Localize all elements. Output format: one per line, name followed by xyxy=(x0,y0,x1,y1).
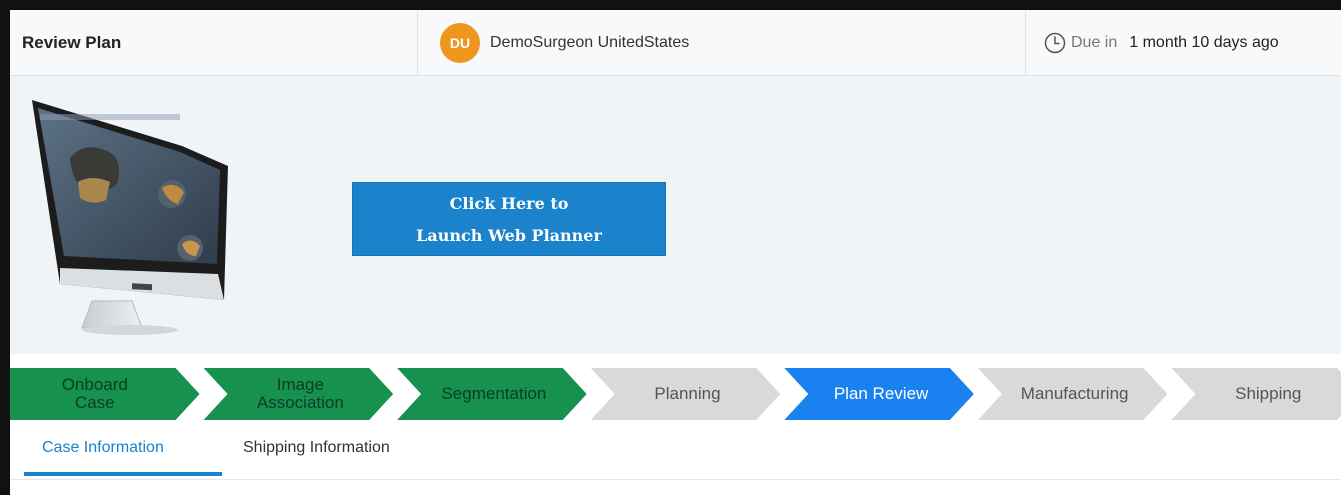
clock-icon xyxy=(1044,32,1066,54)
case-header: Review Plan DU DemoSurgeon UnitedStates … xyxy=(10,10,1341,76)
tab-case-information[interactable]: Case Information xyxy=(42,420,164,476)
step-label-line-1: Shipping xyxy=(1235,384,1302,403)
step-label-line-1: Manufacturing xyxy=(1020,384,1129,403)
step-label-text: Plan Review xyxy=(834,385,929,403)
due-value: 1 month 10 days ago xyxy=(1129,34,1279,51)
step-image-association[interactable]: Image Association xyxy=(216,368,386,420)
step-label-line-1: Plan Review xyxy=(833,384,929,403)
step-label-line-1: Planning xyxy=(654,384,721,403)
step-plan-review[interactable]: Plan Review xyxy=(796,368,966,420)
step-label-text: Planning xyxy=(654,385,720,403)
step-onboard-case[interactable]: Onboard Case xyxy=(10,368,180,420)
avatar: DU xyxy=(440,23,480,63)
step-segmentation[interactable]: Segmentation xyxy=(409,368,579,420)
step-label-line-1: Segmentation xyxy=(441,384,547,403)
step-label-text: Segmentation xyxy=(441,385,546,403)
step-label-line-1: Image xyxy=(276,375,324,394)
page-title: Review Plan xyxy=(10,10,418,76)
surgeon-name: DemoSurgeon UnitedStates xyxy=(490,34,690,51)
surgeon-info: DU DemoSurgeon UnitedStates xyxy=(418,10,1026,76)
workflow-stepper: Onboard Case Image Association Segmentation P… xyxy=(10,368,1341,420)
window-top-border xyxy=(0,0,1341,10)
window-left-border xyxy=(0,0,10,495)
step-label-text: Image Association xyxy=(257,376,344,412)
step-label-line-2: Association xyxy=(256,393,344,412)
step-label-text: Manufacturing xyxy=(1021,385,1129,403)
info-tabs: Case Information Shipping Information xyxy=(10,420,1341,480)
web-planner-banner: Click Here to Launch Web Planner xyxy=(10,76,1341,354)
step-shipping[interactable]: Shipping xyxy=(1183,368,1341,420)
launch-button-line-1: Click Here to xyxy=(449,194,569,213)
step-planning[interactable]: Planning xyxy=(603,368,773,420)
review-plan-window: Review Plan DU DemoSurgeon UnitedStates … xyxy=(0,0,1341,495)
step-label-text: Shipping xyxy=(1235,385,1301,403)
due-date: Due in 1 month 10 days ago xyxy=(1026,10,1341,76)
step-label-line-2: Case xyxy=(74,393,115,412)
step-label-text: Onboard Case xyxy=(62,376,128,412)
step-label-line-1: Onboard xyxy=(61,375,128,394)
launch-web-planner-button[interactable]: Click Here to Launch Web Planner xyxy=(352,182,666,256)
computer-monitor-illustration xyxy=(32,100,228,335)
launch-button-line-2: Launch Web Planner xyxy=(416,226,602,245)
active-tab-indicator xyxy=(24,472,222,476)
step-manufacturing[interactable]: Manufacturing xyxy=(990,368,1160,420)
due-label: Due in xyxy=(1071,34,1118,51)
tab-shipping-information[interactable]: Shipping Information xyxy=(243,420,390,476)
